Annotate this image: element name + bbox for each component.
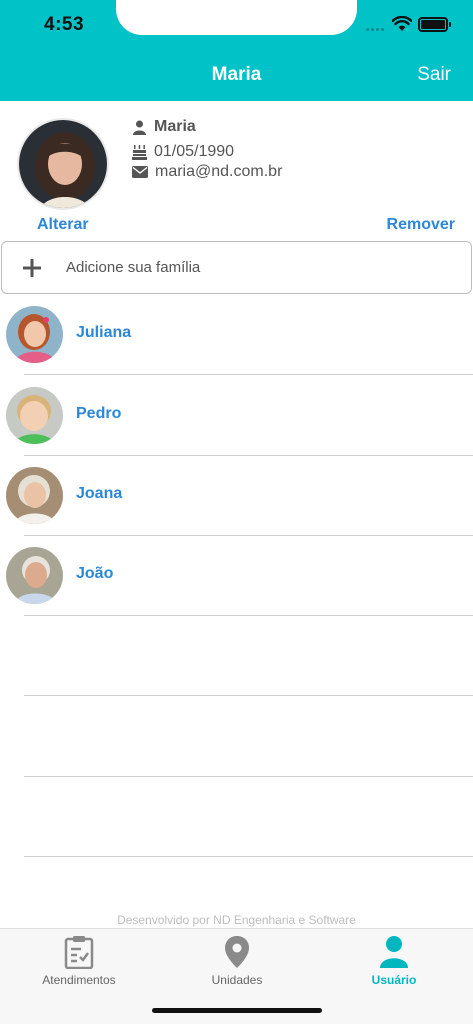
developer-credit: Desenvolvido por ND Engenharia e Softwar… (117, 913, 356, 927)
plus-icon (2, 258, 62, 278)
page-title: Maria (211, 64, 262, 85)
list-divider (24, 615, 473, 616)
wifi-icon (392, 16, 412, 31)
family-member-name: Pedro (76, 405, 122, 422)
family-member-name: João (76, 565, 114, 582)
user-icon (380, 936, 408, 968)
family-member-avatar (6, 467, 63, 524)
home-indicator (152, 1008, 322, 1013)
map-pin-icon (225, 936, 249, 968)
tab-atendimentos[interactable]: Atendimentos (0, 935, 158, 987)
profile-email: maria@nd.com.br (155, 163, 283, 180)
family-member-row[interactable]: Joana (0, 463, 473, 543)
change-photo-button[interactable]: Alterar (37, 216, 89, 234)
remove-photo-button[interactable]: Remover (387, 216, 455, 234)
profile-avatar[interactable] (17, 118, 109, 210)
envelope-icon (132, 166, 148, 178)
list-divider (24, 776, 473, 777)
profile-birthdate-row: 01/05/1990 (132, 143, 234, 161)
profile-email-row: maria@nd.com.br (132, 163, 282, 181)
profile-name: Maria (154, 118, 196, 135)
family-member-avatar (6, 387, 63, 444)
list-divider (24, 535, 473, 536)
tab-unidades-label: Unidades (211, 973, 263, 987)
list-divider (24, 455, 473, 456)
status-time: 4:53 (44, 14, 85, 35)
profile-birthdate: 01/05/1990 (154, 143, 235, 160)
clipboard-icon (64, 936, 94, 969)
profile-name-row: Maria (132, 118, 196, 136)
family-member-row[interactable]: João (0, 543, 473, 623)
app-header: 4:53 Maria Sair (0, 0, 473, 101)
device-notch (116, 0, 357, 35)
tab-usuario-label: Usuário (371, 973, 417, 987)
list-divider (24, 856, 473, 857)
family-member-row[interactable]: Juliana (0, 302, 473, 382)
family-member-avatar (6, 547, 63, 604)
list-divider (24, 695, 473, 696)
add-family-button[interactable]: Adicione sua família (1, 241, 472, 294)
cellular-signal-icon (366, 28, 384, 31)
logout-button[interactable]: Sair (417, 64, 451, 86)
birthday-cake-icon (132, 145, 147, 160)
battery-icon (418, 17, 451, 32)
tab-usuario[interactable]: Usuário (315, 935, 473, 987)
family-member-row[interactable]: Pedro (0, 383, 473, 463)
user-icon (133, 120, 146, 135)
add-family-label: Adicione sua família (66, 259, 201, 276)
family-member-name: Joana (76, 485, 123, 502)
tab-atendimentos-label: Atendimentos (42, 973, 116, 987)
tab-unidades[interactable]: Unidades (158, 935, 316, 987)
family-member-name: Juliana (76, 324, 132, 341)
family-member-avatar (6, 306, 63, 363)
list-divider (24, 374, 473, 375)
